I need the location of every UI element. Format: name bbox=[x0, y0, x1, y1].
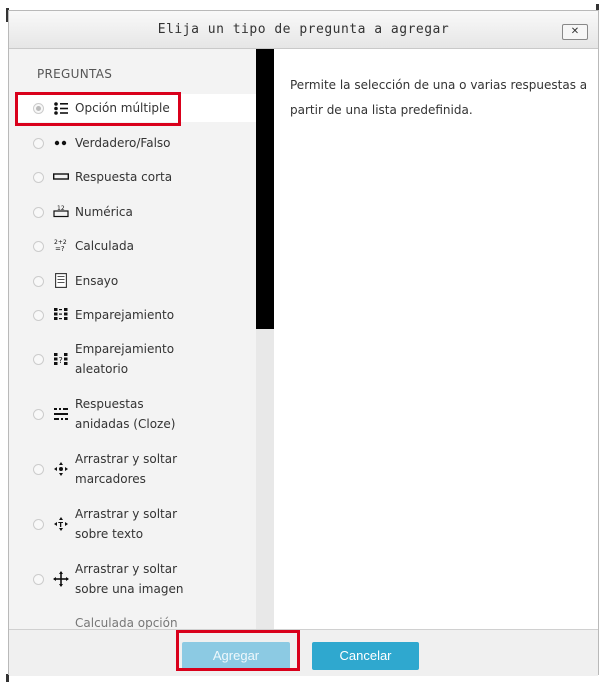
dialog-title: Elija un tipo de pregunta a agregar bbox=[157, 22, 450, 37]
option-cloze[interactable]: Respuestas anidadas (Cloze) bbox=[16, 390, 256, 438]
dialog-titlebar: Elija un tipo de pregunta a agregar ✕ bbox=[9, 11, 598, 49]
calculated-icon: 2+2 =? bbox=[53, 238, 69, 252]
radio-random-matching[interactable] bbox=[33, 354, 44, 365]
drag-drop-markers-icon bbox=[53, 462, 69, 476]
radio-truefalse[interactable] bbox=[33, 138, 44, 149]
close-button[interactable]: ✕ bbox=[562, 24, 588, 40]
option-label-line2: anidadas (Cloze) bbox=[75, 417, 176, 431]
svg-text:?: ? bbox=[59, 356, 63, 365]
question-type-list: PREGUNTAS Opción múltiple Verdadero/Fals… bbox=[9, 49, 256, 629]
svg-text:=?: =? bbox=[55, 245, 65, 252]
option-label: Arrastrar y soltar sobre una imagen bbox=[75, 559, 183, 599]
radio-matching[interactable] bbox=[33, 310, 44, 321]
option-label: Emparejamiento aleatorio bbox=[75, 339, 174, 379]
option-label-line1: Arrastrar y soltar bbox=[75, 452, 178, 466]
option-label-line2: sobre texto bbox=[75, 527, 144, 541]
radio-essay[interactable] bbox=[33, 276, 44, 287]
option-drag-drop-text[interactable]: T Arrastrar y soltar sobre texto bbox=[16, 500, 256, 548]
radio-numerical[interactable] bbox=[33, 207, 44, 218]
list-scrollbar[interactable] bbox=[256, 49, 274, 629]
svg-text:T: T bbox=[58, 521, 63, 529]
option-calculated-multi[interactable]: Calculada opción bbox=[16, 613, 256, 629]
option-label-line1: Arrastrar y soltar bbox=[75, 562, 178, 576]
shortanswer-icon bbox=[53, 170, 69, 184]
radio-drag-drop-text[interactable] bbox=[33, 519, 44, 530]
option-label-line1: Arrastrar y soltar bbox=[75, 507, 178, 521]
close-icon: ✕ bbox=[570, 26, 580, 37]
matching-icon bbox=[53, 307, 69, 321]
option-label: Respuestas anidadas (Cloze) bbox=[75, 394, 175, 434]
essay-icon bbox=[53, 272, 69, 288]
radio-calculated[interactable] bbox=[33, 241, 44, 252]
option-label: Emparejamiento bbox=[75, 308, 175, 322]
cancel-button[interactable]: Cancelar bbox=[312, 642, 419, 670]
option-random-matching[interactable]: ? Emparejamiento aleatorio bbox=[16, 335, 256, 383]
radio-shortanswer[interactable] bbox=[33, 172, 44, 183]
option-label: Verdadero/Falso bbox=[75, 136, 171, 150]
list-heading: PREGUNTAS bbox=[37, 67, 113, 81]
option-label-line1: Emparejamiento bbox=[75, 342, 175, 356]
option-numerical[interactable]: 12 Numérica bbox=[16, 198, 256, 226]
option-label: Ensayo bbox=[75, 274, 119, 288]
radio-cloze[interactable] bbox=[33, 409, 44, 420]
radio-drag-drop-image[interactable] bbox=[33, 574, 44, 585]
highlight-box-add-button bbox=[176, 630, 300, 671]
truefalse-icon bbox=[53, 136, 69, 150]
option-label-line2: aleatorio bbox=[75, 362, 129, 376]
option-label: Calculada opción bbox=[75, 616, 178, 629]
drag-drop-image-icon bbox=[53, 571, 69, 587]
scrollbar-thumb[interactable] bbox=[256, 49, 274, 329]
option-label: Respuesta corta bbox=[75, 170, 173, 184]
option-calculated[interactable]: 2+2 =? Calculada bbox=[16, 232, 256, 260]
option-label-line2: marcadores bbox=[75, 472, 146, 486]
option-essay[interactable]: Ensayo bbox=[16, 267, 256, 295]
option-label-line1: Respuestas bbox=[75, 397, 144, 411]
option-truefalse[interactable]: Verdadero/Falso bbox=[16, 129, 256, 157]
option-shortanswer[interactable]: Respuesta corta bbox=[16, 163, 256, 191]
option-matching[interactable]: Emparejamiento bbox=[16, 301, 256, 329]
option-label: Arrastrar y soltar marcadores bbox=[75, 449, 177, 489]
numerical-icon: 12 bbox=[53, 204, 69, 218]
drag-drop-text-icon: T bbox=[53, 517, 69, 531]
option-drag-drop-markers[interactable]: Arrastrar y soltar marcadores bbox=[16, 445, 256, 493]
option-label-line2: sobre una imagen bbox=[75, 582, 184, 596]
option-label: Numérica bbox=[75, 205, 133, 219]
highlight-box-selected-option bbox=[15, 92, 181, 126]
dialog-footer: Agregar Cancelar bbox=[9, 629, 598, 676]
option-label: Arrastrar y soltar sobre texto bbox=[75, 504, 177, 544]
option-label: Calculada bbox=[75, 239, 134, 253]
question-type-description: Permite la selección de una o varias res… bbox=[290, 78, 588, 117]
option-drag-drop-image[interactable]: Arrastrar y soltar sobre una imagen bbox=[16, 555, 256, 603]
random-matching-icon: ? bbox=[53, 352, 69, 366]
radio-drag-drop-markers[interactable] bbox=[33, 464, 44, 475]
cloze-icon bbox=[53, 407, 69, 421]
